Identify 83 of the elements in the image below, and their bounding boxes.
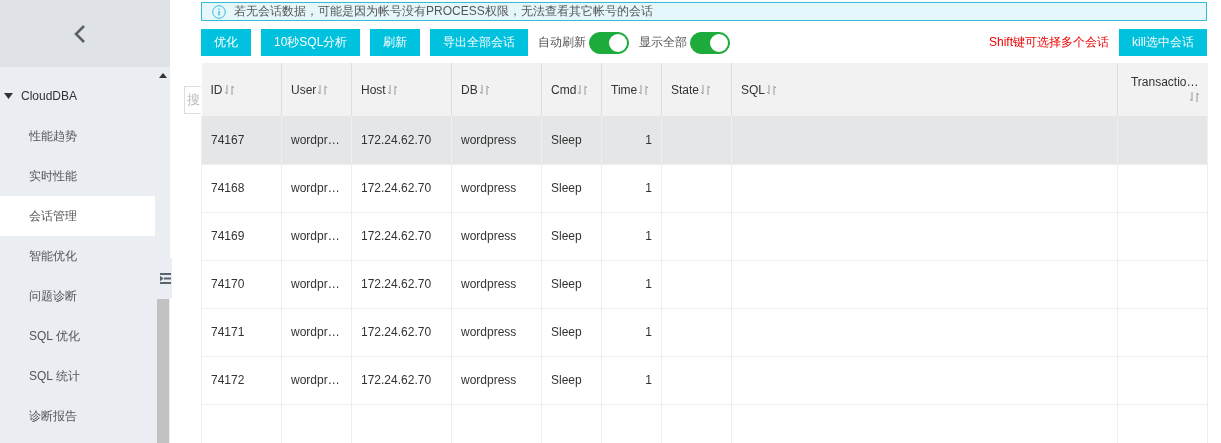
table-cell: 1: [601, 356, 662, 404]
table-row[interactable]: 74169 wordpr… 172.24.62.70 wordpress Sleep 1: [201, 212, 1208, 260]
alert-text: 若无会话数据，可能是因为帐号没有PROCESS权限，无法查看其它帐号的会话: [234, 3, 653, 20]
column-header[interactable]: Time: [601, 63, 662, 116]
column-header[interactable]: Transactio…: [1117, 63, 1208, 116]
table-row[interactable]: 74171 wordpr… 172.24.62.70 wordpress Sleep 1: [201, 308, 1208, 356]
table-cell: Sleep: [541, 356, 602, 404]
table-cell: Sleep: [541, 212, 602, 260]
sort-icon[interactable]: [578, 84, 588, 97]
table-cell: Sleep: [541, 164, 602, 212]
toggle-label: 显示全部: [639, 34, 688, 51]
table-cell: wordpr…: [281, 308, 352, 356]
hint-text: Shift键可选择多个会话: [989, 34, 1109, 51]
table-cell: 74168: [201, 164, 282, 212]
nav-item[interactable]: 会话管理: [0, 196, 155, 236]
table-cell: 1: [601, 116, 662, 164]
back-chevron-icon[interactable]: [74, 23, 86, 44]
table-cell: wordpress: [451, 356, 542, 404]
table-row[interactable]: 74170 wordpr… 172.24.62.70 wordpress Sleep 1: [201, 260, 1208, 308]
sort-icon[interactable]: [701, 84, 711, 97]
table-cell: 74170: [201, 260, 282, 308]
table-cell: wordpress: [451, 164, 542, 212]
table-cell: 172.24.62.70: [351, 212, 452, 260]
table-cell: 172.24.62.70: [351, 116, 452, 164]
table-cell: 1: [601, 260, 662, 308]
column-header[interactable]: Cmd: [541, 63, 602, 116]
sort-icon[interactable]: [318, 84, 328, 97]
nav-group-label: CloudDBA: [21, 89, 78, 103]
table-cell: Sleep: [541, 308, 602, 356]
table-cell: wordpr…: [281, 260, 352, 308]
sort-icon[interactable]: [387, 84, 397, 97]
toggle-label: 自动刷新: [538, 34, 587, 51]
nav-item[interactable]: 诊断报告: [0, 396, 155, 436]
table-cell: 74172: [201, 356, 282, 404]
nav-item[interactable]: 性能趋势: [0, 116, 155, 156]
table-row[interactable]: 74172 wordpr… 172.24.62.70 wordpress Sleep 1: [201, 356, 1208, 404]
scroll-up-icon[interactable]: [159, 73, 167, 78]
sort-icon[interactable]: [767, 84, 776, 97]
table-cell: [661, 116, 732, 164]
table-cell: [661, 164, 732, 212]
table-cell: wordpress: [451, 260, 542, 308]
column-header[interactable]: ID: [201, 63, 282, 116]
table-cell: 172.24.62.70: [351, 308, 452, 356]
table-cell: 74169: [201, 212, 282, 260]
table-row[interactable]: 74167 wordpr… 172.24.62.70 wordpress Sleep 1: [201, 116, 1208, 164]
column-header[interactable]: SQL: [731, 63, 1118, 116]
table-cell: 172.24.62.70: [351, 164, 452, 212]
table-cell: 1: [601, 212, 662, 260]
table-cell: 172.24.62.70: [351, 260, 452, 308]
column-header[interactable]: Host: [351, 63, 452, 116]
column-header[interactable]: State: [661, 63, 732, 116]
sort-icon[interactable]: [1189, 90, 1199, 103]
sort-icon[interactable]: [224, 84, 234, 97]
table-row[interactable]: 74168 wordpr… 172.24.62.70 wordpress Sleep 1: [201, 164, 1208, 212]
table-cell: wordpr…: [281, 164, 352, 212]
table-cell: 1: [601, 164, 662, 212]
table-cell: Sleep: [541, 116, 602, 164]
table-cell: wordpr…: [281, 116, 352, 164]
nav-item[interactable]: 问题诊断: [0, 276, 155, 316]
sort-icon[interactable]: [479, 84, 489, 97]
table-cell: wordpress: [451, 212, 542, 260]
nav-item[interactable]: 实时性能: [0, 156, 155, 196]
table-cell: wordpress: [451, 116, 542, 164]
toggle-switch[interactable]: [589, 31, 630, 54]
table-cell: 74167: [201, 116, 282, 164]
table-cell: wordpr…: [281, 356, 352, 404]
table-cell: Sleep: [541, 260, 602, 308]
sort-icon[interactable]: [639, 84, 649, 97]
table-cell: wordpress: [451, 308, 542, 356]
table-cell: 1: [601, 308, 662, 356]
table-cell: wordpr…: [281, 212, 352, 260]
list-toggle-icon[interactable]: [159, 272, 171, 284]
nav-item[interactable]: 智能优化: [0, 236, 155, 276]
nav-group[interactable]: CloudDBA: [0, 76, 155, 116]
table-cell: 172.24.62.70: [351, 356, 452, 404]
nav-item[interactable]: SQL 统计: [0, 356, 155, 396]
column-header[interactable]: DB: [451, 63, 542, 116]
toggle-switch[interactable]: [690, 31, 731, 54]
caret-icon: [4, 93, 13, 99]
table-cell: 74171: [201, 308, 282, 356]
scrollbar[interactable]: [157, 299, 169, 443]
nav-item[interactable]: SQL 优化: [0, 316, 155, 356]
column-header[interactable]: User: [281, 63, 352, 116]
